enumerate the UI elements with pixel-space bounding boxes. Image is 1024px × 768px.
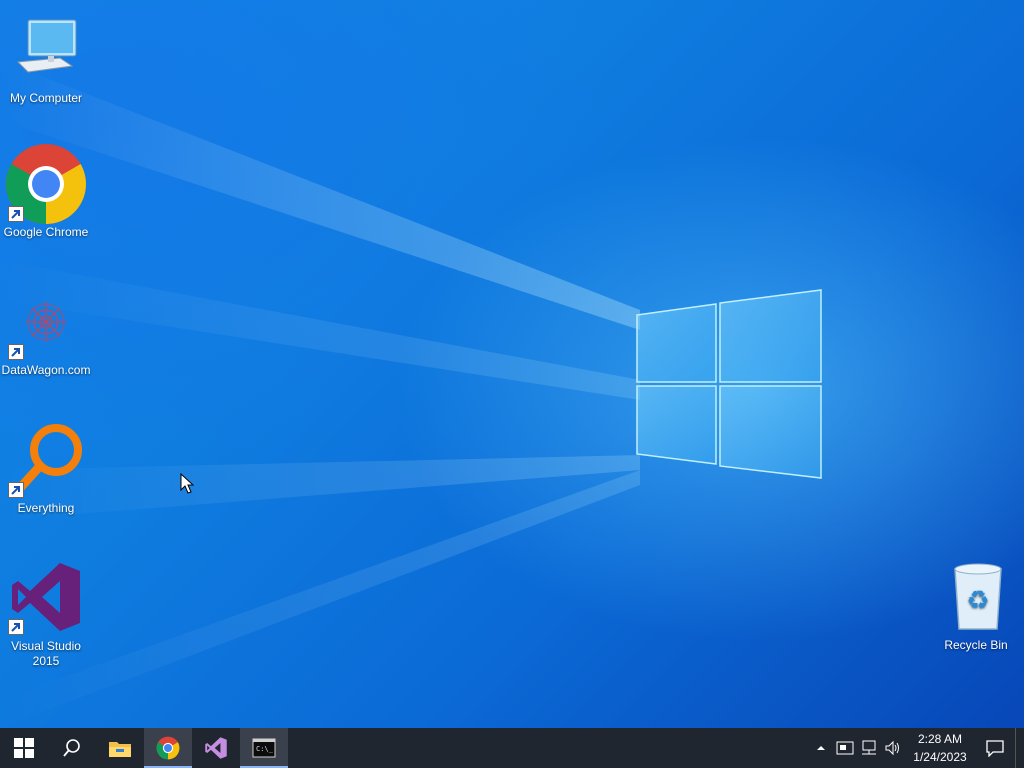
chevron-up-icon[interactable] <box>809 728 833 768</box>
system-tray: 2:28 AM 1/24/2023 <box>809 728 1024 768</box>
clock-time: 2:28 AM <box>917 732 963 746</box>
notification-icon <box>986 740 1004 757</box>
network-adapter-icon[interactable] <box>833 728 857 768</box>
computer-icon <box>16 19 77 73</box>
desktop-icon-recycle-bin[interactable]: ♻ Recycle Bin <box>930 555 1022 653</box>
icon-label: Visual Studio 2015 <box>11 639 81 668</box>
shortcut-arrow-icon <box>8 619 24 635</box>
visual-studio-icon <box>205 737 227 759</box>
start-button[interactable] <box>0 728 48 768</box>
shortcut-arrow-icon <box>8 206 24 222</box>
cmd-taskbar-button[interactable]: C:\_ <box>240 728 288 768</box>
icon-label: My Computer <box>9 91 83 105</box>
show-desktop-button[interactable] <box>1015 728 1024 768</box>
visual-studio-taskbar-button[interactable] <box>192 728 240 768</box>
file-explorer-button[interactable] <box>96 728 144 768</box>
windows-logo-icon <box>14 738 34 758</box>
icon-label: Everything <box>17 501 75 515</box>
network-icon[interactable] <box>857 728 881 768</box>
chrome-icon <box>156 736 180 760</box>
svg-text:♻: ♻ <box>966 586 989 616</box>
icon-label: Google Chrome <box>3 225 89 239</box>
desktop-wallpaper: My Computer Google Chrome DataWagon.com … <box>0 0 1024 728</box>
desktop-icon-datawagon[interactable]: DataWagon.com <box>0 280 92 378</box>
clock-date: 1/24/2023 <box>913 750 967 764</box>
desktop-icon-everything[interactable]: Everything <box>0 418 92 516</box>
action-center-button[interactable] <box>975 728 1015 768</box>
search-icon <box>63 739 80 757</box>
desktop-icon-visual-studio[interactable]: Visual Studio 2015 <box>0 555 92 669</box>
search-button[interactable] <box>48 728 96 768</box>
chrome-taskbar-button[interactable] <box>144 728 192 768</box>
svg-text:C:\_: C:\_ <box>256 745 274 753</box>
cmd-icon: C:\_ <box>252 738 276 758</box>
shortcut-arrow-icon <box>8 482 24 498</box>
recycle-bin-icon: ♻ <box>954 563 1002 630</box>
windows-logo-wallpaper <box>0 60 822 728</box>
desktop-icon-google-chrome[interactable]: Google Chrome <box>0 142 92 240</box>
desktop-icon-my-computer[interactable]: My Computer <box>0 8 92 106</box>
taskbar: C:\_ 2:28 AM 1/24/2023 <box>0 728 1024 768</box>
volume-icon[interactable] <box>881 728 905 768</box>
clock[interactable]: 2:28 AM 1/24/2023 <box>905 730 975 766</box>
icon-label: Recycle Bin <box>944 638 1008 652</box>
icon-label: DataWagon.com <box>1 363 91 377</box>
datawagon-icon <box>26 302 66 342</box>
mouse-pointer-icon <box>180 473 194 494</box>
folder-icon <box>109 742 131 757</box>
shortcut-arrow-icon <box>8 344 24 360</box>
